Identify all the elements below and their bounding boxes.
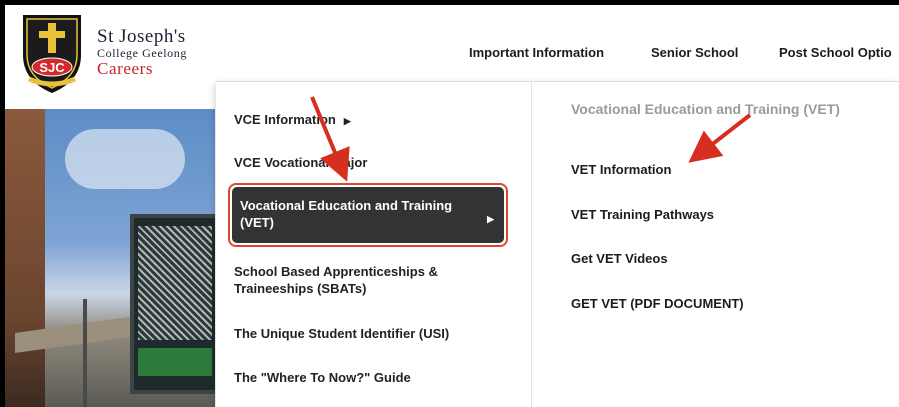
nav-senior-school[interactable]: Senior School	[651, 45, 738, 60]
menu-item-vce-information[interactable]: VCE Information ▶	[234, 111, 351, 130]
submenu-heading: Vocational Education and Training (VET)	[571, 101, 840, 117]
submenu-vet-information[interactable]: VET Information	[571, 162, 671, 177]
menu-column-divider	[531, 82, 532, 407]
nav-important-information[interactable]: Important Information	[469, 45, 604, 60]
photo-crowd	[138, 226, 212, 340]
photo-building	[5, 109, 45, 407]
menu-item-vet[interactable]: Vocational Education and Training (VET) …	[232, 187, 504, 243]
hero-background-photo	[5, 109, 215, 407]
chevron-right-icon: ▶	[487, 214, 494, 224]
browser-viewport: SJC St Joseph's College Geelong Careers …	[5, 5, 899, 407]
senior-school-mega-menu: VCE Information ▶ VCE Vocational Major Vo…	[216, 81, 899, 407]
photo-cloud	[65, 129, 185, 189]
menu-item-label: Vocational Education and Training (VET)	[240, 198, 453, 230]
menu-item-label: VCE Information	[234, 112, 336, 127]
submenu-get-vet-pdf[interactable]: GET VET (PDF DOCUMENT)	[571, 296, 744, 311]
menu-item-usi[interactable]: The Unique Student Identifier (USI)	[234, 325, 449, 342]
photo-pitch	[138, 348, 212, 376]
menu-item-where-to-now-guide[interactable]: The "Where To Now?" Guide	[234, 369, 411, 386]
submenu-get-vet-videos[interactable]: Get VET Videos	[571, 251, 668, 266]
submenu-vet-training-pathways[interactable]: VET Training Pathways	[571, 207, 714, 222]
menu-item-vet-highlight: Vocational Education and Training (VET) …	[228, 183, 508, 247]
brand-line-3: Careers	[97, 59, 154, 78]
photo-lamp-post	[83, 299, 87, 407]
menu-item-vce-vocational-major[interactable]: VCE Vocational Major	[234, 154, 367, 171]
college-crest-logo[interactable]: SJC	[17, 11, 87, 95]
college-name[interactable]: St Joseph's College Geelong Careers	[97, 26, 187, 78]
menu-item-sbats[interactable]: School Based Apprenticeships & Traineesh…	[234, 263, 494, 297]
chevron-right-icon: ▶	[343, 116, 351, 126]
photo-stadium-screen	[130, 214, 215, 394]
svg-text:SJC: SJC	[39, 60, 65, 75]
brand-line-1: St Joseph's	[97, 26, 186, 47]
nav-post-school-options[interactable]: Post School Optio	[779, 45, 892, 60]
